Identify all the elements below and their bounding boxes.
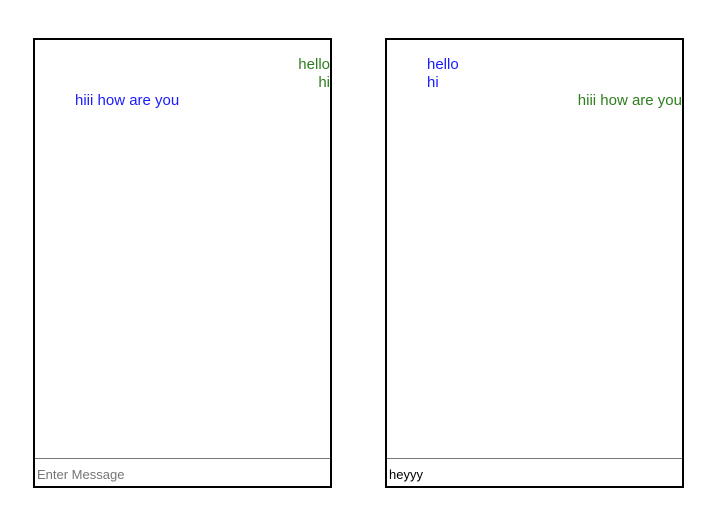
chat-message: hi bbox=[427, 74, 439, 91]
message-input[interactable] bbox=[35, 458, 330, 486]
chat-message: hello bbox=[427, 56, 459, 73]
message-list: hello hi hiii how are you bbox=[387, 40, 682, 456]
chat-message: hello bbox=[298, 56, 330, 73]
chat-panel-right: hello hi hiii how are you bbox=[385, 38, 684, 488]
chat-message: hiii how are you bbox=[75, 92, 180, 109]
chat-panel-left: hello hi hiii how are you bbox=[33, 38, 332, 488]
chat-message: hi bbox=[318, 74, 330, 91]
chat-message: hiii how are you bbox=[577, 92, 682, 109]
message-input[interactable] bbox=[387, 458, 682, 486]
message-list: hello hi hiii how are you bbox=[35, 40, 330, 456]
